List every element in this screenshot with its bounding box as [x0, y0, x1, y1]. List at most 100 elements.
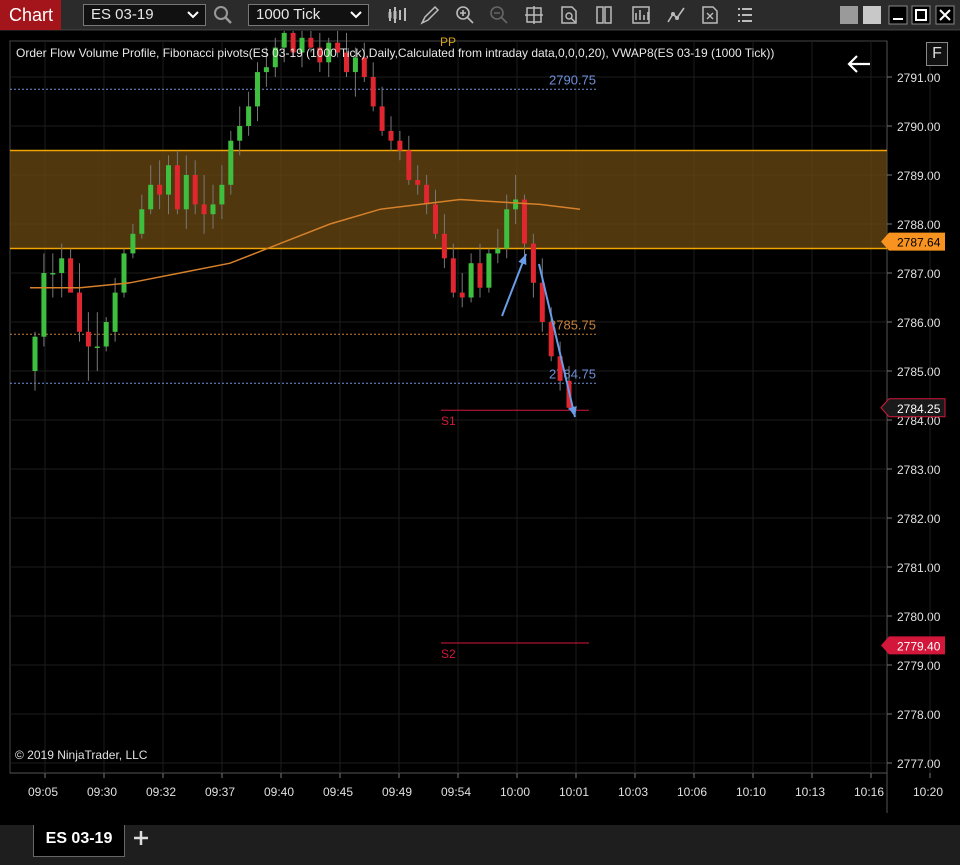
- x-tick-label: 09:54: [441, 785, 471, 799]
- y-tick-label: 2779.00: [897, 659, 941, 673]
- candle-up: [495, 248, 501, 254]
- candle-down: [370, 77, 376, 107]
- candle-up: [50, 273, 56, 275]
- properties-icon[interactable]: [593, 4, 615, 26]
- candle-down: [174, 165, 180, 210]
- x-tick-label: 09:37: [205, 785, 235, 799]
- link-color-icon-2[interactable]: [862, 5, 882, 25]
- candle-down: [522, 199, 527, 244]
- templates-icon[interactable]: [699, 4, 721, 26]
- candle-up: [112, 292, 118, 332]
- x-tick-label: 09:49: [382, 785, 412, 799]
- x-tick-label: 10:20: [913, 785, 943, 799]
- candle-up: [94, 346, 100, 348]
- y-tick-label: 2783.00: [897, 463, 941, 477]
- close-icon[interactable]: [935, 5, 955, 25]
- maximize-icon[interactable]: [911, 5, 931, 25]
- candle-down: [192, 175, 198, 205]
- interval-value: 1000 Tick: [256, 6, 321, 23]
- instrument-value: ES 03-19: [91, 6, 154, 23]
- x-tick-label: 10:16: [854, 785, 884, 799]
- interval-selector[interactable]: 1000 Tick: [248, 4, 369, 26]
- search-icon[interactable]: [212, 4, 234, 26]
- y-tick-label: 2788.00: [897, 218, 941, 232]
- candle-up: [183, 175, 189, 210]
- y-tick-label: 2777.00: [897, 757, 941, 771]
- strategies-icon[interactable]: [665, 4, 687, 26]
- candle-up: [210, 204, 216, 215]
- x-tick-label: 10:03: [618, 785, 648, 799]
- x-tick-label: 09:30: [87, 785, 117, 799]
- x-tick-label: 09:05: [28, 785, 58, 799]
- zoom-in-icon[interactable]: [454, 4, 476, 26]
- menu-list-icon[interactable]: [734, 4, 756, 26]
- candle-up: [219, 184, 225, 205]
- tab-es-03-19[interactable]: ES 03-19: [33, 825, 125, 857]
- candle-down: [530, 243, 536, 283]
- candle-down: [450, 258, 456, 293]
- y-tick-label: 2785.00: [897, 365, 941, 379]
- candle-up: [148, 184, 154, 210]
- candle-down: [397, 140, 403, 151]
- y-tick-label: 2789.00: [897, 169, 941, 183]
- candle-down: [459, 292, 465, 298]
- drawing-tool-icon[interactable]: [419, 4, 441, 26]
- chart-toolbar: Chart ES 03-19 1000 Tick: [0, 0, 960, 30]
- arrow-left-icon[interactable]: [846, 53, 872, 75]
- candle-up: [130, 233, 136, 254]
- x-tick-label: 09:45: [323, 785, 353, 799]
- candle-down: [406, 150, 412, 180]
- y-tick-label: 2790.00: [897, 120, 941, 134]
- candle-down: [201, 204, 207, 215]
- instrument-selector[interactable]: ES 03-19: [83, 4, 206, 26]
- fib-level-2790-75-label: 2790.75: [549, 72, 596, 87]
- pivot-s1-label: S1: [441, 414, 456, 428]
- s2-price-marker-value: 2779.40: [897, 639, 941, 653]
- candle-up: [121, 253, 127, 293]
- candle-up: [237, 126, 243, 141]
- bar-type-icon[interactable]: [386, 4, 408, 26]
- chevron-down-icon: [187, 11, 199, 19]
- candle-up: [103, 322, 109, 347]
- chart-options-button[interactable]: F: [926, 42, 948, 66]
- minimize-icon[interactable]: [888, 5, 908, 25]
- candle-up: [41, 273, 47, 337]
- y-tick-label: 2781.00: [897, 561, 941, 575]
- candle-down: [388, 130, 394, 141]
- candle-down: [361, 57, 367, 77]
- zoom-out-icon[interactable]: [488, 4, 510, 26]
- plus-icon[interactable]: [130, 827, 152, 849]
- candle-up: [228, 140, 234, 185]
- candle-down: [441, 233, 447, 259]
- candle-up: [486, 253, 492, 288]
- candle-down: [433, 204, 438, 234]
- x-tick-label: 09:32: [146, 785, 176, 799]
- price-chart-panel[interactable]: 2791.00 2790.00 2789.00 2788.00 2787.00 2786.…: [0, 31, 960, 825]
- annotation-arrow-up-head: [518, 254, 527, 265]
- x-tick-label: 09:40: [264, 785, 294, 799]
- copyright-text: © 2019 NinjaTrader, LLC: [15, 748, 148, 762]
- candle-down: [77, 292, 82, 332]
- candle-down: [85, 331, 91, 347]
- vwap-price-marker-value: 2787.64: [897, 236, 941, 250]
- candle-up: [504, 209, 510, 249]
- indicators-icon[interactable]: [630, 4, 652, 26]
- last-price-marker-value: 2784.25: [897, 402, 941, 416]
- y-tick-label: 2782.00: [897, 512, 941, 526]
- candle-down: [424, 184, 430, 205]
- link-color-icon[interactable]: [839, 5, 859, 25]
- candle-up: [246, 106, 252, 126]
- candle-up: [59, 258, 65, 273]
- candle-down: [157, 184, 163, 195]
- data-box-icon[interactable]: [558, 4, 580, 26]
- y-tick-label: 2787.00: [897, 267, 941, 281]
- pivot-s2-label: S2: [441, 647, 456, 661]
- chevron-down-icon: [350, 11, 362, 19]
- crosshair-icon[interactable]: [523, 4, 545, 26]
- x-tick-label: 10:01: [559, 785, 589, 799]
- y-tick-label: 2791.00: [897, 71, 941, 85]
- indicator-legend: Order Flow Volume Profile, Fibonacci piv…: [16, 46, 775, 60]
- price-chart-canvas[interactable]: 2791.00 2790.00 2789.00 2788.00 2787.00 2786.…: [0, 31, 960, 825]
- chart-tab-bar: ES 03-19: [0, 825, 960, 865]
- annotation-arrow-down-shaft: [538, 263, 576, 418]
